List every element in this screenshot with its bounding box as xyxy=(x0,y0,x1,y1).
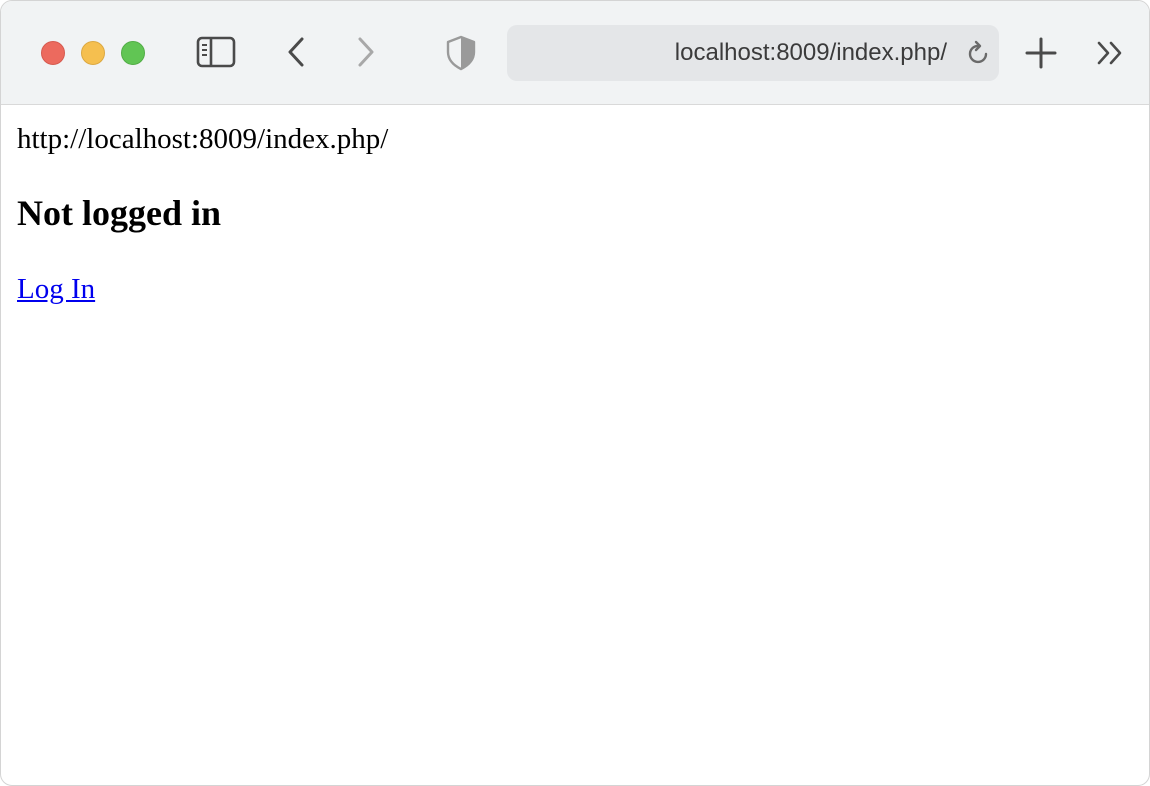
minimize-window-button[interactable] xyxy=(81,41,105,65)
chevron-left-icon[interactable] xyxy=(281,35,311,69)
browser-window: localhost:8009/index.php/ http://localho… xyxy=(0,0,1150,786)
plus-icon[interactable] xyxy=(1023,35,1059,71)
chevron-right-icon[interactable] xyxy=(351,35,381,69)
login-link[interactable]: Log In xyxy=(17,269,95,309)
browser-toolbar: localhost:8009/index.php/ xyxy=(1,1,1149,105)
address-bar[interactable]: localhost:8009/index.php/ xyxy=(507,25,999,81)
page-content: http://localhost:8009/index.php/ Not log… xyxy=(17,119,1137,309)
reload-icon[interactable] xyxy=(963,39,993,69)
page-url-text: http://localhost:8009/index.php/ xyxy=(17,123,389,155)
close-window-button[interactable] xyxy=(41,41,65,65)
address-text[interactable]: localhost:8009/index.php/ xyxy=(507,25,947,81)
page-heading: Not logged in xyxy=(17,193,222,233)
sidebar-icon[interactable] xyxy=(195,35,237,69)
maximize-window-button[interactable] xyxy=(121,41,145,65)
double-chevron-right-icon[interactable] xyxy=(1093,37,1127,69)
shield-icon[interactable] xyxy=(445,35,477,71)
